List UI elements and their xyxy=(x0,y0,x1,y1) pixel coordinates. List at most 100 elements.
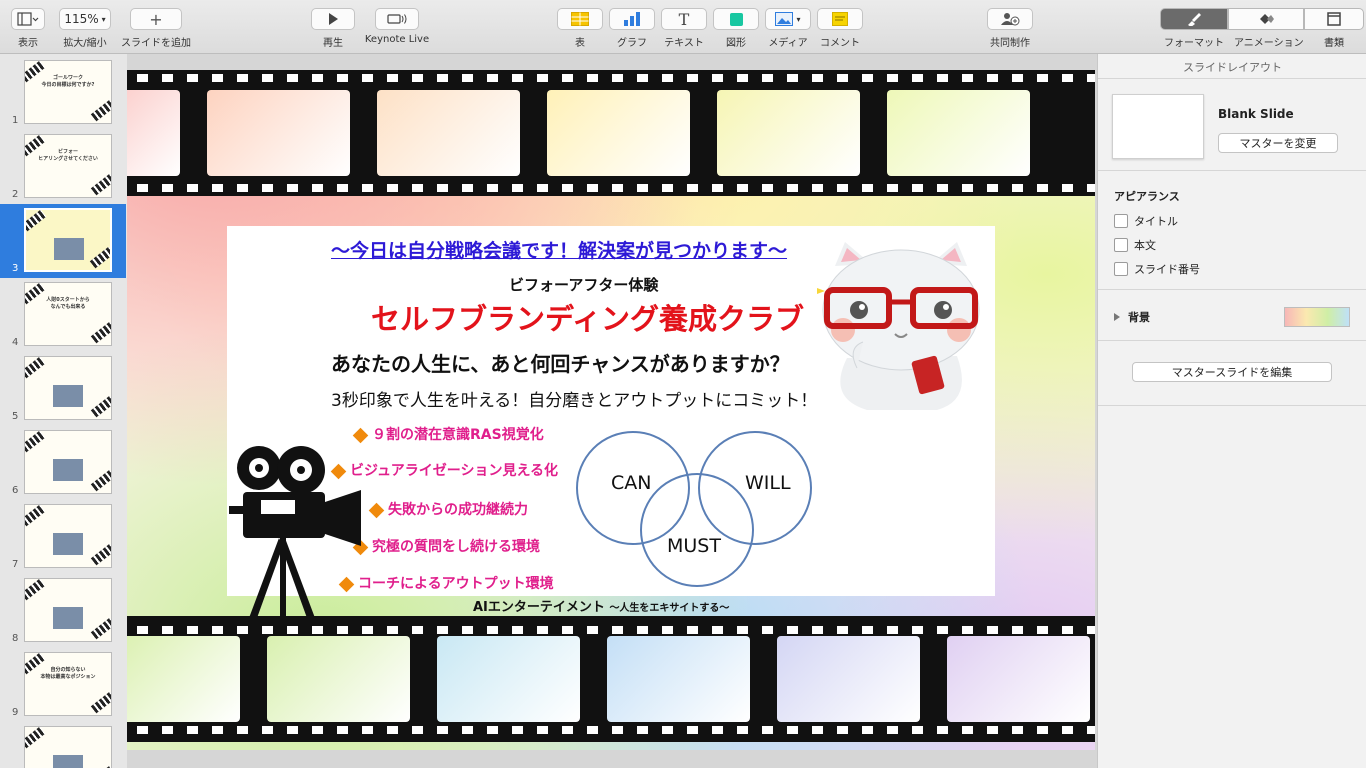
background-disclosure[interactable]: 背景 xyxy=(1114,309,1150,325)
slide-footer[interactable]: AIエンターテイメント 〜人生をエキサイトする〜 xyxy=(473,596,729,615)
slide-question[interactable]: あなたの人生に、あと何回チャンスがありますか？ xyxy=(331,348,790,377)
shape-button[interactable] xyxy=(713,8,759,30)
slide-thumbnail-row[interactable]: ゴールワーク 今日の目標は何ですか? 1 xyxy=(0,56,126,130)
tab-format[interactable] xyxy=(1160,8,1228,30)
view-control[interactable]: 表示 xyxy=(8,8,48,49)
slide-thumbnail[interactable] xyxy=(24,430,112,494)
slide-thumbnail-row[interactable] xyxy=(0,722,126,768)
film-frame xyxy=(127,90,180,176)
change-master-button[interactable]: マスターを変更 xyxy=(1218,133,1338,153)
text-control[interactable]: T テキスト xyxy=(660,8,708,49)
zoom-control[interactable]: 115% ▾ 拡大/縮小 xyxy=(58,8,112,49)
collaborate-control[interactable]: 共同制作 xyxy=(986,8,1034,49)
slide-thumbnail[interactable] xyxy=(24,356,112,420)
comment-button[interactable] xyxy=(817,8,863,30)
format-label: フォーマット xyxy=(1164,38,1224,49)
bullet-item[interactable]: 究極の質問をし続ける環境 xyxy=(352,536,540,556)
bullet-item[interactable]: ９割の潜在意識RAS視覚化 xyxy=(352,424,544,444)
slide-subtitle[interactable]: ビフォーアフター体験 xyxy=(509,274,658,295)
film-strip-decoration xyxy=(90,395,111,418)
tab-animate[interactable] xyxy=(1228,8,1304,30)
slide-thumbnail-row[interactable]: 3 xyxy=(0,204,126,278)
slide-thumbnail-photo xyxy=(53,607,83,629)
edit-master-slide-button[interactable]: マスタースライドを編集 xyxy=(1132,362,1332,382)
slide-thumbnail-row[interactable]: 8 xyxy=(0,574,126,648)
slide-brand-title[interactable]: セルフブランディング養成クラブ xyxy=(371,296,804,338)
add-slide-control[interactable]: + スライドを追加 xyxy=(120,8,192,49)
slide-thumbnail[interactable]: ビフォー ヒアリングさせてください xyxy=(24,134,112,198)
tab-document[interactable] xyxy=(1304,8,1364,30)
media-control[interactable]: ▾ メディア xyxy=(764,8,812,49)
collaborate-button[interactable] xyxy=(987,8,1033,30)
background-label: 背景 xyxy=(1128,311,1150,324)
play-control[interactable]: 再生 xyxy=(310,8,356,49)
media-button[interactable]: ▾ xyxy=(765,8,811,30)
slide-thumbnail[interactable] xyxy=(24,726,112,768)
chart-button[interactable] xyxy=(609,8,655,30)
film-sprockets xyxy=(127,726,1095,734)
movie-camera-icon xyxy=(229,446,361,618)
animate-diamond-icon xyxy=(1260,14,1274,24)
slide-thumbnail[interactable] xyxy=(24,208,112,272)
slide-thumbnail-row[interactable]: 6 xyxy=(0,426,126,500)
checkbox-box[interactable] xyxy=(1114,214,1128,228)
view-button[interactable] xyxy=(11,8,45,30)
keynote-live-button[interactable] xyxy=(375,8,419,30)
chart-control[interactable]: グラフ xyxy=(608,8,656,49)
film-strip-top xyxy=(127,70,1095,196)
table-control[interactable]: 表 xyxy=(556,8,604,49)
film-sprockets xyxy=(127,626,1095,634)
slide[interactable]: 〜今日は自分戦略会議です！解決案が見つかります〜 ビフォーアフター体験 セルフブ… xyxy=(127,70,1095,750)
zoom-select[interactable]: 115% ▾ xyxy=(59,8,111,30)
slide-thumbnail-photo xyxy=(53,755,83,768)
bullet-item[interactable]: コーチによるアウトプット環境 xyxy=(338,573,554,593)
animate-label: アニメーション xyxy=(1234,38,1304,49)
layout-thumbnail[interactable] xyxy=(1112,94,1204,159)
slide-thumbnail-row[interactable]: 5 xyxy=(0,352,126,426)
document-icon xyxy=(1327,12,1341,26)
text-button[interactable]: T xyxy=(661,8,707,30)
checkbox-box[interactable] xyxy=(1114,238,1128,252)
paintbrush-icon xyxy=(1188,13,1201,26)
checkbox-box[interactable] xyxy=(1114,262,1128,276)
film-strip-decoration xyxy=(25,727,46,749)
venn-label-must: MUST xyxy=(667,535,721,557)
diamond-icon xyxy=(368,502,385,518)
slide-thumbnail-title: ゴールワーク 今日の目標は何ですか? xyxy=(41,75,95,88)
slide-thumbnail[interactable]: 自分の知らない 本物は最高なポジション xyxy=(24,652,112,716)
slide-thumbnail-row[interactable]: 7 xyxy=(0,500,126,574)
slide-number-checkbox[interactable]: スライド番号 xyxy=(1114,261,1200,277)
add-slide-button[interactable]: + xyxy=(130,8,182,30)
slide-number: 6 xyxy=(12,485,19,496)
footer-main: AIエンターテイメント xyxy=(473,600,605,615)
table-icon xyxy=(571,12,589,26)
bullet-item[interactable]: 失敗からの成功継続力 xyxy=(368,499,528,519)
play-button[interactable] xyxy=(311,8,355,30)
slide-thumbnail[interactable]: ゴールワーク 今日の目標は何ですか? xyxy=(24,60,112,124)
title-checkbox[interactable]: タイトル xyxy=(1114,213,1178,229)
slide-thumbnail[interactable] xyxy=(24,504,112,568)
film-frame xyxy=(777,636,920,722)
slide-thumbnail-row[interactable]: 自分の知らない 本物は最高なポジション 9 xyxy=(0,648,126,722)
slide-headline[interactable]: 〜今日は自分戦略会議です！解決案が見つかります〜 xyxy=(331,236,787,263)
slide-thumbnail-row[interactable]: 人財0スタートから なんでも出来る 4 xyxy=(0,278,126,352)
slide-thumbnail[interactable] xyxy=(24,578,112,642)
background-fill-swatch[interactable] xyxy=(1284,307,1350,327)
slide-number: 2 xyxy=(12,189,19,200)
slide-thumbnail-row[interactable]: ビフォー ヒアリングさせてください 2 xyxy=(0,130,126,204)
comment-control[interactable]: コメント xyxy=(816,8,864,49)
play-icon xyxy=(328,13,338,25)
film-strip-decoration xyxy=(25,431,46,453)
film-frame xyxy=(207,90,350,176)
venn-circle-must[interactable] xyxy=(640,473,754,587)
slide-number: 1 xyxy=(12,115,19,126)
keynote-live-control[interactable]: Keynote Live xyxy=(362,8,432,45)
cat-mascot-image[interactable] xyxy=(817,238,985,414)
body-checkbox[interactable]: 本文 xyxy=(1114,237,1156,253)
table-button[interactable] xyxy=(557,8,603,30)
slide-tagline[interactable]: 3秒印象で人生を叶える！自分磨きとアウトプットにコミット！ xyxy=(331,386,817,411)
appearance-heading: アピアランス xyxy=(1114,190,1180,203)
slide-thumbnail[interactable]: 人財0スタートから なんでも出来る xyxy=(24,282,112,346)
shape-control[interactable]: 図形 xyxy=(712,8,760,49)
slide-number: 5 xyxy=(12,411,19,422)
